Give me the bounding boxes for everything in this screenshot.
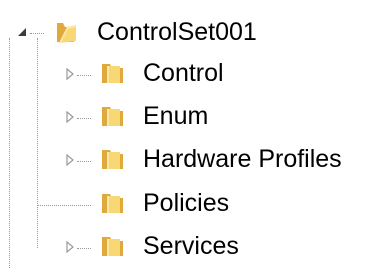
collapsed-triangle-icon[interactable] (64, 154, 76, 166)
tree-node-enum[interactable]: Enum (0, 97, 377, 137)
expanded-triangle-icon[interactable] (16, 26, 28, 38)
tree-node-label: Policies (143, 189, 230, 217)
folder-icon (102, 64, 123, 83)
tree-node-controlset001[interactable]: ControlSet001 (0, 12, 377, 52)
tree-connector-horizontal (77, 118, 91, 119)
folder-icon (102, 107, 123, 126)
tree-node-hardware-profiles[interactable]: Hardware Profiles (0, 140, 377, 180)
tree-connector-horizontal (77, 75, 91, 76)
tree-node-services[interactable]: Services (0, 227, 377, 267)
tree-connector-horizontal (30, 33, 44, 34)
tree-connector-horizontal (77, 161, 91, 162)
folder-icon (102, 237, 123, 256)
registry-tree: ControlSet001 Control Enum Hardware Prof… (0, 0, 377, 268)
tree-connector-horizontal (37, 205, 91, 206)
tree-node-label: Control (143, 59, 224, 87)
collapsed-triangle-icon[interactable] (64, 241, 76, 253)
collapsed-triangle-icon[interactable] (64, 68, 76, 80)
folder-icon (102, 194, 123, 213)
tree-node-control[interactable]: Control (0, 54, 377, 94)
tree-node-policies[interactable]: Policies (0, 184, 377, 224)
folder-open-icon (57, 23, 76, 43)
folder-icon (102, 150, 123, 169)
tree-connector-vertical-root (9, 38, 10, 268)
tree-node-label: Enum (143, 102, 209, 130)
tree-node-label: Hardware Profiles (143, 145, 342, 173)
tree-connector-horizontal (77, 248, 91, 249)
tree-node-label: Services (143, 232, 239, 260)
collapsed-triangle-icon[interactable] (64, 111, 76, 123)
tree-node-label: ControlSet001 (97, 18, 257, 46)
